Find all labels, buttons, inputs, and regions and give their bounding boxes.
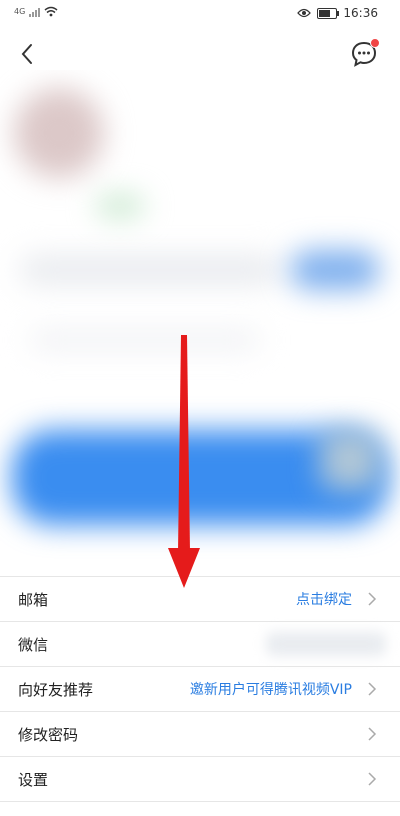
row-label: 邮箱 [18, 590, 49, 609]
row-label: 向好友推荐 [18, 680, 94, 699]
back-icon [21, 44, 32, 64]
message-button[interactable] [350, 38, 380, 68]
row-label: 设置 [18, 770, 49, 789]
settings-row-recommend[interactable]: 向好友推荐 邀新用户可得腾讯视频VIP [0, 666, 400, 711]
blurred-badge [96, 195, 144, 217]
battery-icon [317, 7, 340, 19]
status-right: 16:36 [297, 6, 378, 20]
status-left: 4G [14, 6, 58, 17]
wifi-icon [44, 6, 58, 17]
network-label: 4G [14, 7, 26, 16]
notification-badge [370, 38, 380, 48]
settings-row-wechat[interactable]: 微信 [0, 621, 400, 666]
chevron-right-icon [368, 682, 377, 696]
blurred-pill-button [290, 250, 380, 290]
chevron-right-icon [368, 592, 377, 606]
settings-row-settings[interactable]: 设置 [0, 756, 400, 802]
blurred-text-line [30, 330, 260, 350]
row-value: 邀新用户可得腾讯视频VIP [189, 682, 352, 698]
blurred-banner-image [320, 430, 380, 490]
blurred-profile-area [0, 70, 400, 570]
blurred-text-line [20, 255, 280, 285]
settings-list: 邮箱 点击绑定 微信 向好友推荐 邀新用户可得腾讯视频VIP 修改密码 设置 [0, 576, 400, 802]
status-bar: 4G 16:36 [0, 0, 400, 26]
blurred-value [266, 632, 386, 656]
row-label: 微信 [18, 635, 49, 654]
row-value: 点击绑定 [296, 592, 352, 608]
row-label: 修改密码 [18, 725, 79, 744]
back-button[interactable] [14, 40, 42, 68]
eye-icon [297, 8, 312, 18]
chevron-right-icon [368, 772, 377, 786]
settings-row-change-password[interactable]: 修改密码 [0, 711, 400, 756]
settings-row-email[interactable]: 邮箱 点击绑定 [0, 576, 400, 621]
chevron-right-icon [368, 727, 377, 741]
clock: 16:36 [343, 6, 378, 20]
signal-icon [29, 7, 41, 17]
avatar [14, 88, 104, 178]
